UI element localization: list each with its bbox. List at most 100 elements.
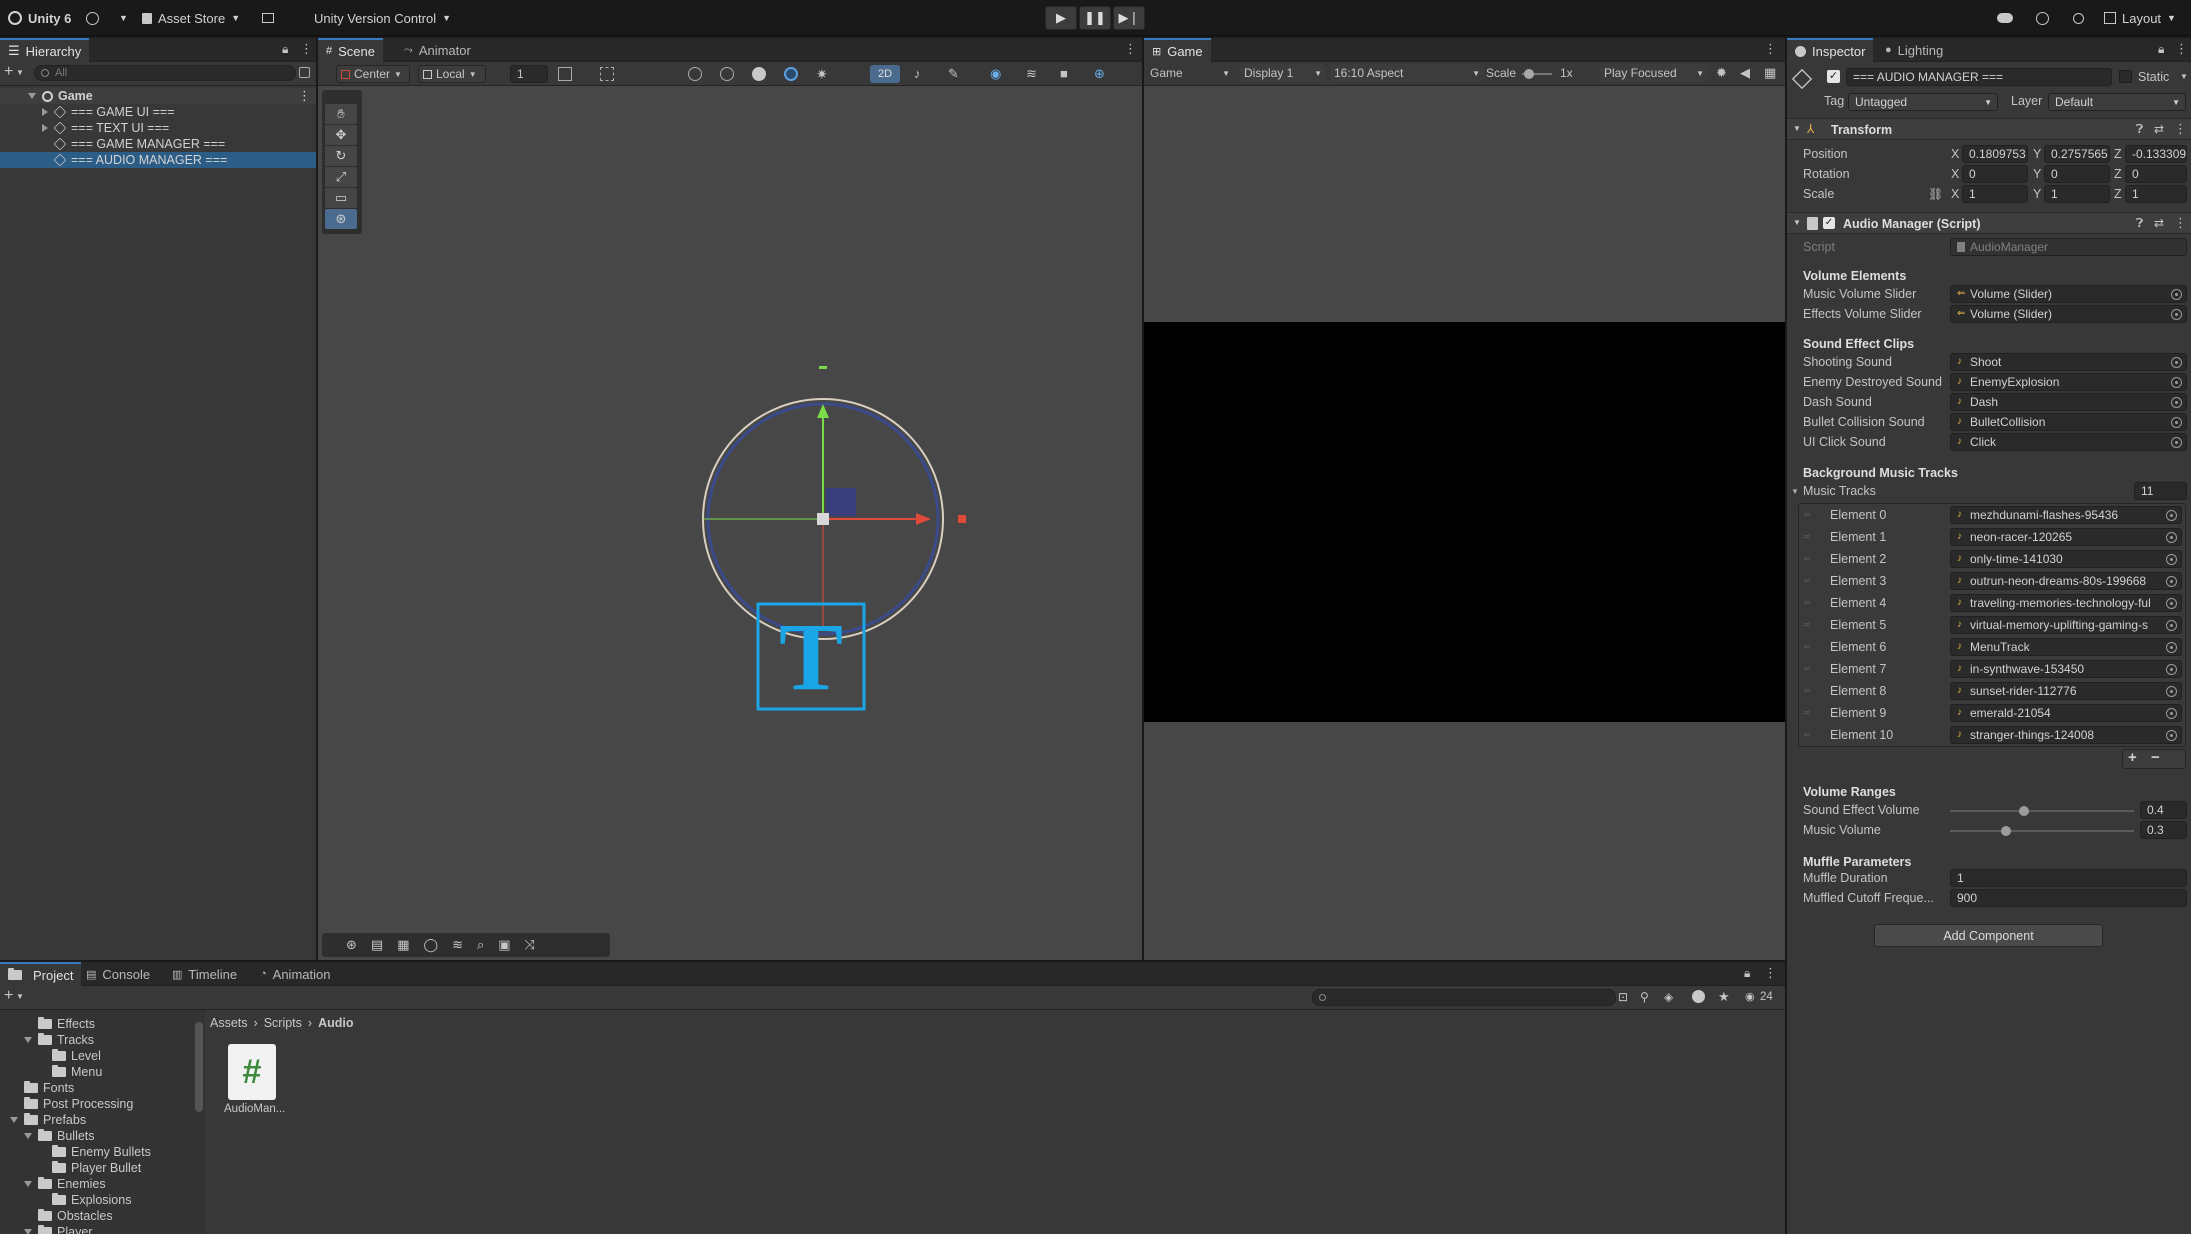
- layers-tool-icon[interactable]: ≋: [452, 937, 463, 953]
- folder-obstacles[interactable]: Obstacles: [38, 1208, 113, 1224]
- kebab-menu-icon[interactable]: ⋮: [2174, 215, 2187, 231]
- object-picker-icon[interactable]: [2166, 598, 2177, 609]
- 2d-toggle[interactable]: 2D: [870, 65, 900, 83]
- layout-button[interactable]: Layout ▼: [2104, 0, 2176, 36]
- label-icon[interactable]: ◈: [1664, 990, 1673, 1004]
- muffle-cutoff-field[interactable]: 900: [1950, 889, 2187, 907]
- search-by-type-icon[interactable]: ⊡: [1618, 990, 1628, 1004]
- cloud-button[interactable]: [1997, 0, 2013, 36]
- lock-icon[interactable]: 🔒︎: [1744, 966, 1750, 981]
- audio-mute-icon[interactable]: ♪: [914, 66, 921, 81]
- kebab-menu-icon[interactable]: ⋮: [1764, 965, 1777, 981]
- sound-clip-1-field[interactable]: ♪ EnemyExplosion: [1950, 373, 2187, 391]
- filter-icon[interactable]: ⚲: [1640, 990, 1649, 1004]
- x-arrow-icon[interactable]: [916, 513, 931, 525]
- folder-tracks[interactable]: Tracks: [24, 1032, 94, 1048]
- camera-icon[interactable]: ■: [1060, 66, 1068, 81]
- package-button[interactable]: [262, 0, 274, 36]
- space-dropdown[interactable]: Local ▼: [418, 65, 486, 83]
- circle-tool-icon[interactable]: ◯: [424, 937, 439, 953]
- solid-sphere-icon[interactable]: [752, 67, 766, 81]
- game-render-area[interactable]: [1144, 322, 1785, 722]
- object-picker-icon[interactable]: [2171, 397, 2182, 408]
- folder-bullets[interactable]: Bullets: [24, 1128, 95, 1144]
- pivot-dropdown[interactable]: Center ▼: [336, 65, 410, 83]
- music-element-field[interactable]: ♪ only-time-141030: [1950, 550, 2182, 568]
- expand-arrow-icon[interactable]: [42, 108, 48, 116]
- layers-icon[interactable]: ≋: [1026, 66, 1037, 82]
- rotation-y-field[interactable]: 0: [2044, 165, 2110, 183]
- rotation-z-field[interactable]: 0: [2125, 165, 2187, 183]
- music-element-field[interactable]: ♪ MenuTrack: [1950, 638, 2182, 656]
- tab-inspector[interactable]: Inspector: [1787, 38, 1874, 62]
- breadcrumb-audio[interactable]: Audio: [318, 1016, 353, 1030]
- scale-tool-icon[interactable]: ⤢: [325, 167, 357, 187]
- add-element-button[interactable]: +: [2128, 749, 2137, 766]
- sound-clip-2-field[interactable]: ♪ Dash: [1950, 393, 2187, 411]
- search-button[interactable]: [2073, 0, 2084, 36]
- tilemap-icon[interactable]: ⊛: [346, 937, 357, 953]
- drag-handle-icon[interactable]: ═: [1804, 576, 1810, 585]
- expand-arrow-icon[interactable]: [42, 124, 48, 132]
- volume-element-0-field[interactable]: ⇐ Volume (Slider): [1950, 285, 2187, 303]
- folder-enemies[interactable]: Enemies: [24, 1176, 106, 1192]
- object-picker-icon[interactable]: [2171, 357, 2182, 368]
- static-checkbox[interactable]: [2119, 70, 2132, 83]
- transform-header[interactable]: ▼ ⅄ Transform ❓︎ ⇄ ⋮: [1787, 118, 2191, 140]
- account-button[interactable]: ▼: [86, 0, 128, 36]
- chevron-down-icon[interactable]: ▼: [16, 992, 24, 1001]
- kebab-menu-icon[interactable]: ⋮: [300, 41, 313, 57]
- music-volume-slider-track[interactable]: [1950, 830, 2134, 832]
- play-mode-dropdown[interactable]: Play Focused ▼: [1600, 64, 1708, 82]
- info-icon[interactable]: [1692, 990, 1705, 1003]
- music-element-field[interactable]: ♪ neon-racer-120265: [1950, 528, 2182, 546]
- asset-name[interactable]: AudioMan...: [224, 1103, 285, 1115]
- drag-handle-icon[interactable]: ═: [1804, 708, 1810, 717]
- music-element-field[interactable]: ♪ virtual-memory-uplifting-gaming-s: [1950, 616, 2182, 634]
- music-volume-slider-knob[interactable]: [2001, 826, 2011, 836]
- star-icon[interactable]: ★: [1718, 989, 1730, 1005]
- drag-handle-icon[interactable]: ═: [1804, 510, 1810, 519]
- tag-dropdown[interactable]: Untagged ▼: [1848, 93, 1998, 111]
- lit-sphere-icon[interactable]: [784, 67, 798, 81]
- folder-fonts[interactable]: Fonts: [24, 1080, 74, 1096]
- chevron-down-icon[interactable]: ▼: [1791, 487, 1799, 496]
- folder-explosions[interactable]: Explosions: [52, 1192, 131, 1208]
- sound-clip-0-field[interactable]: ♪ Shoot: [1950, 353, 2187, 371]
- y-arrow-icon[interactable]: [817, 404, 829, 418]
- object-picker-icon[interactable]: [2171, 309, 2182, 320]
- hierarchy-item-text-ui[interactable]: === TEXT UI ===: [0, 120, 316, 136]
- script-component-header[interactable]: ▼ ✓ Audio Manager (Script) ❓︎ ⇄ ⋮: [1787, 212, 2191, 234]
- camera-tool-icon[interactable]: ▣: [498, 937, 510, 953]
- folder-menu[interactable]: Menu: [52, 1064, 102, 1080]
- tab-timeline[interactable]: ▥ Timeline: [164, 962, 245, 986]
- sfx-volume-slider-knob[interactable]: [2019, 806, 2029, 816]
- rect-handle[interactable]: [826, 488, 856, 516]
- sfx-volume-slider-track[interactable]: [1950, 810, 2134, 812]
- zoom-icon[interactable]: ⌕: [477, 937, 484, 953]
- palette-icon[interactable]: ▤: [371, 937, 383, 953]
- tab-console[interactable]: ▤ Console: [78, 962, 158, 986]
- sun-icon[interactable]: ✹: [1716, 65, 1727, 81]
- step-button[interactable]: ▶❘: [1113, 6, 1145, 30]
- music-element-field[interactable]: ♪ mezhdunami-flashes-95436: [1950, 506, 2182, 524]
- kebab-menu-icon[interactable]: ⋮: [1764, 41, 1777, 57]
- object-picker-icon[interactable]: [2166, 510, 2177, 521]
- expand-arrow-icon[interactable]: [28, 93, 36, 99]
- gizmos-icon[interactable]: ⊕: [1094, 66, 1105, 82]
- game-view-dropdown[interactable]: Game ▼: [1146, 64, 1234, 82]
- remove-element-button[interactable]: −: [2151, 749, 2160, 766]
- stats-icon[interactable]: ▦: [1764, 65, 1776, 81]
- enabled-checkbox[interactable]: ✓: [1823, 217, 1835, 229]
- object-name-field[interactable]: === AUDIO MANAGER ===: [1846, 68, 2112, 86]
- move-tool-icon[interactable]: ✥: [325, 125, 357, 145]
- drag-handle-icon[interactable]: ═: [1804, 620, 1810, 629]
- preset-icon[interactable]: ⇄: [2154, 122, 2164, 136]
- link-icon[interactable]: ⛓︎: [1928, 187, 1943, 201]
- shaded-sphere-icon[interactable]: [720, 67, 734, 81]
- hierarchy-item-game-manager[interactable]: === GAME MANAGER ===: [0, 136, 316, 152]
- music-element-field[interactable]: ♪ stranger-things-124008: [1950, 726, 2182, 744]
- rotation-x-field[interactable]: 0: [1962, 165, 2028, 183]
- scale-y-field[interactable]: 1: [2044, 185, 2110, 203]
- transform-tool-icon[interactable]: ⊛: [325, 209, 357, 229]
